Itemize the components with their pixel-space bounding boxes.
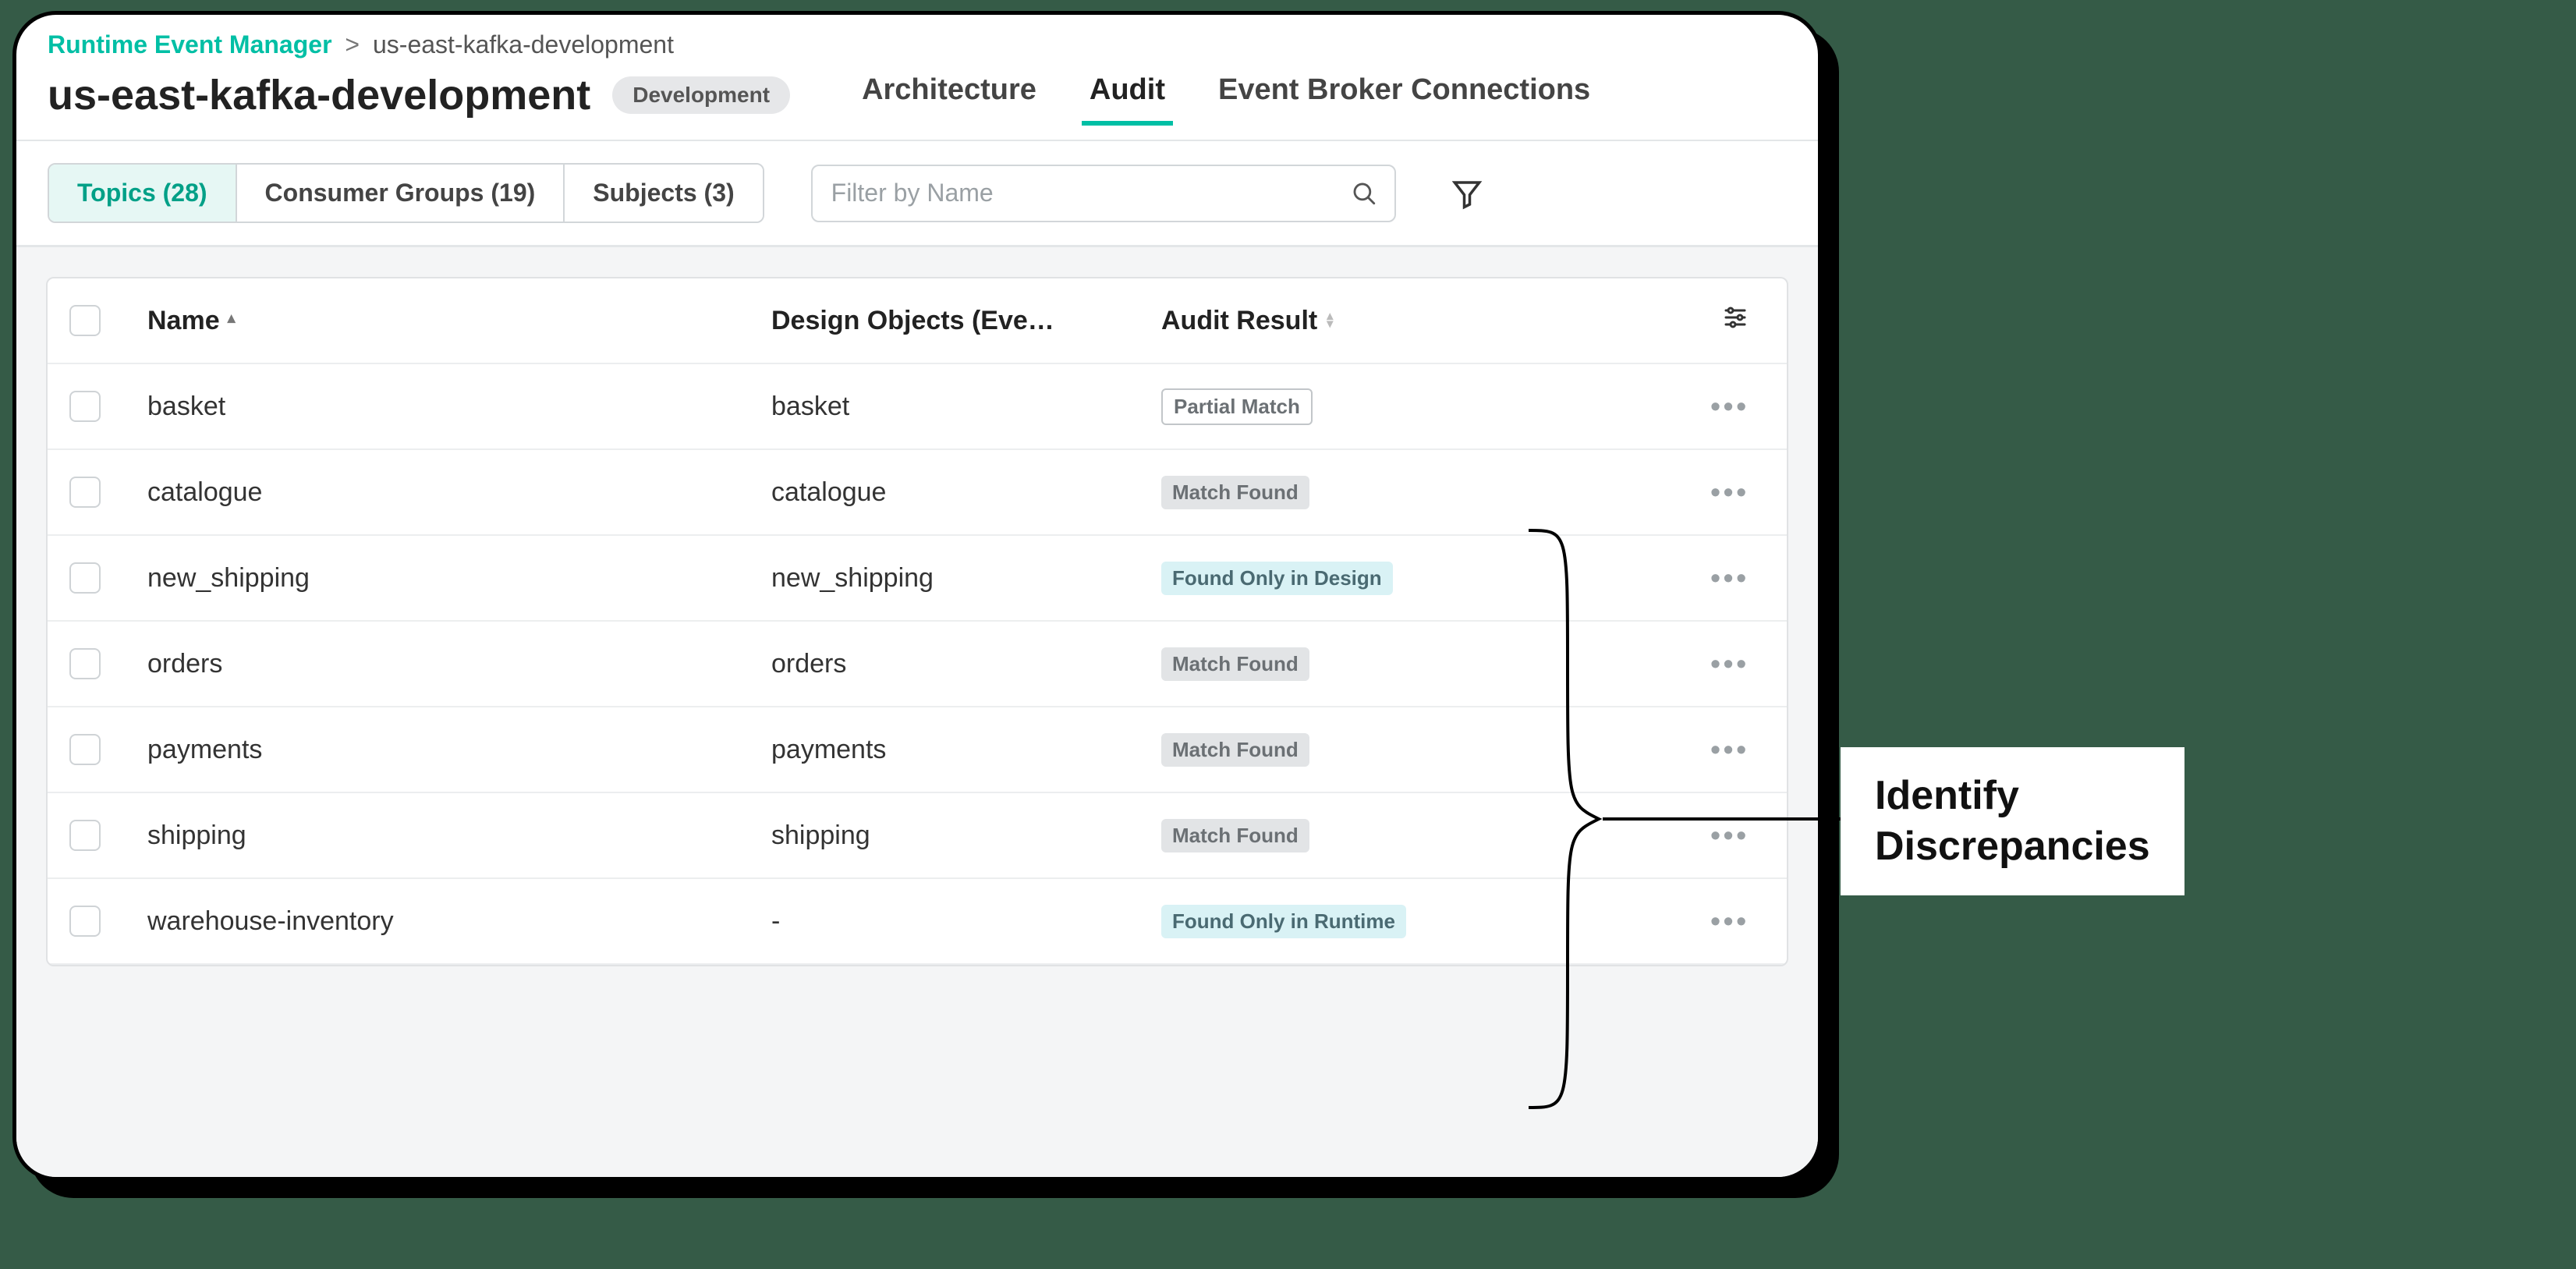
column-header-design-objects[interactable]: Design Objects (Eve… — [771, 306, 1161, 336]
breadcrumb-separator: > — [345, 30, 360, 58]
tab-audit[interactable]: Audit — [1086, 66, 1168, 124]
audit-result-badge: Match Found — [1161, 476, 1309, 509]
audit-result-badge: Partial Match — [1161, 388, 1313, 425]
search-icon[interactable] — [1351, 180, 1377, 207]
sort-dual-icon: ▴▾ — [1327, 313, 1333, 328]
cell-design-object: shipping — [771, 821, 1161, 851]
row-actions-menu[interactable]: ••• — [1710, 905, 1749, 938]
cell-design-object: new_shipping — [771, 563, 1161, 594]
row-actions-menu[interactable]: ••• — [1710, 647, 1749, 680]
audit-result-badge: Found Only in Runtime — [1161, 905, 1406, 938]
audit-result-badge: Match Found — [1161, 647, 1309, 681]
cell-design-object: - — [771, 906, 1161, 937]
subtab-consumer-groups[interactable]: Consumer Groups (19) — [237, 165, 565, 222]
subtab-topics[interactable]: Topics (28) — [49, 165, 237, 222]
row-checkbox[interactable] — [69, 906, 101, 937]
row-actions-menu[interactable]: ••• — [1710, 476, 1749, 509]
table-header-row: Name ▴ Design Objects (Eve… Audit Result… — [48, 278, 1787, 364]
environment-badge: Development — [612, 76, 790, 114]
filter-icon[interactable] — [1451, 177, 1483, 210]
row-checkbox[interactable] — [69, 391, 101, 422]
tab-event-broker-connections[interactable]: Event Broker Connections — [1215, 66, 1593, 124]
breadcrumb-leaf: us-east-kafka-development — [373, 30, 674, 58]
audit-result-badge: Found Only in Design — [1161, 562, 1393, 595]
annotation-brace — [1513, 523, 1607, 1115]
audit-result-badge: Match Found — [1161, 819, 1309, 852]
cell-design-object: payments — [771, 735, 1161, 765]
column-settings-icon[interactable] — [1721, 303, 1749, 339]
filter-row: Topics (28) Consumer Groups (19) Subject… — [16, 141, 1818, 247]
search-field-wrapper — [811, 165, 1396, 222]
sub-tabs: Topics (28) Consumer Groups (19) Subject… — [48, 163, 764, 223]
column-header-name[interactable]: Name — [147, 306, 220, 336]
row-checkbox[interactable] — [69, 477, 101, 508]
cell-design-object: orders — [771, 649, 1161, 679]
search-input[interactable] — [830, 178, 1351, 208]
tab-architecture[interactable]: Architecture — [859, 66, 1040, 124]
cell-name: warehouse-inventory — [147, 906, 771, 937]
audit-result-badge: Match Found — [1161, 733, 1309, 767]
top-tabs: Architecture Audit Event Broker Connecti… — [859, 66, 1593, 124]
row-actions-menu[interactable]: ••• — [1710, 819, 1749, 852]
page-title: us-east-kafka-development — [48, 71, 590, 119]
row-checkbox[interactable] — [69, 562, 101, 594]
cell-name: payments — [147, 735, 771, 765]
row-actions-menu[interactable]: ••• — [1710, 733, 1749, 766]
cell-name: basket — [147, 392, 771, 422]
sort-ascending-icon: ▴ — [228, 308, 236, 328]
select-all-checkbox[interactable] — [69, 305, 101, 336]
breadcrumb: Runtime Event Manager > us-east-kafka-de… — [16, 15, 1818, 59]
cell-name: new_shipping — [147, 563, 771, 594]
row-checkbox[interactable] — [69, 648, 101, 679]
cell-design-object: basket — [771, 392, 1161, 422]
row-checkbox[interactable] — [69, 734, 101, 765]
annotation-label: Identify Discrepancies — [1841, 747, 2184, 895]
row-actions-menu[interactable]: ••• — [1710, 390, 1749, 423]
cell-name: orders — [147, 649, 771, 679]
header-row: us-east-kafka-development Development Ar… — [16, 59, 1818, 141]
row-checkbox[interactable] — [69, 820, 101, 851]
column-header-audit-result[interactable]: Audit Result — [1161, 306, 1317, 336]
cell-name: shipping — [147, 821, 771, 851]
cell-design-object: catalogue — [771, 477, 1161, 508]
annotation-connector — [1603, 817, 1844, 821]
breadcrumb-root[interactable]: Runtime Event Manager — [48, 30, 332, 58]
cell-name: catalogue — [147, 477, 771, 508]
subtab-subjects[interactable]: Subjects (3) — [565, 165, 762, 222]
table-row[interactable]: basket basket Partial Match ••• — [48, 364, 1787, 450]
row-actions-menu[interactable]: ••• — [1710, 562, 1749, 594]
